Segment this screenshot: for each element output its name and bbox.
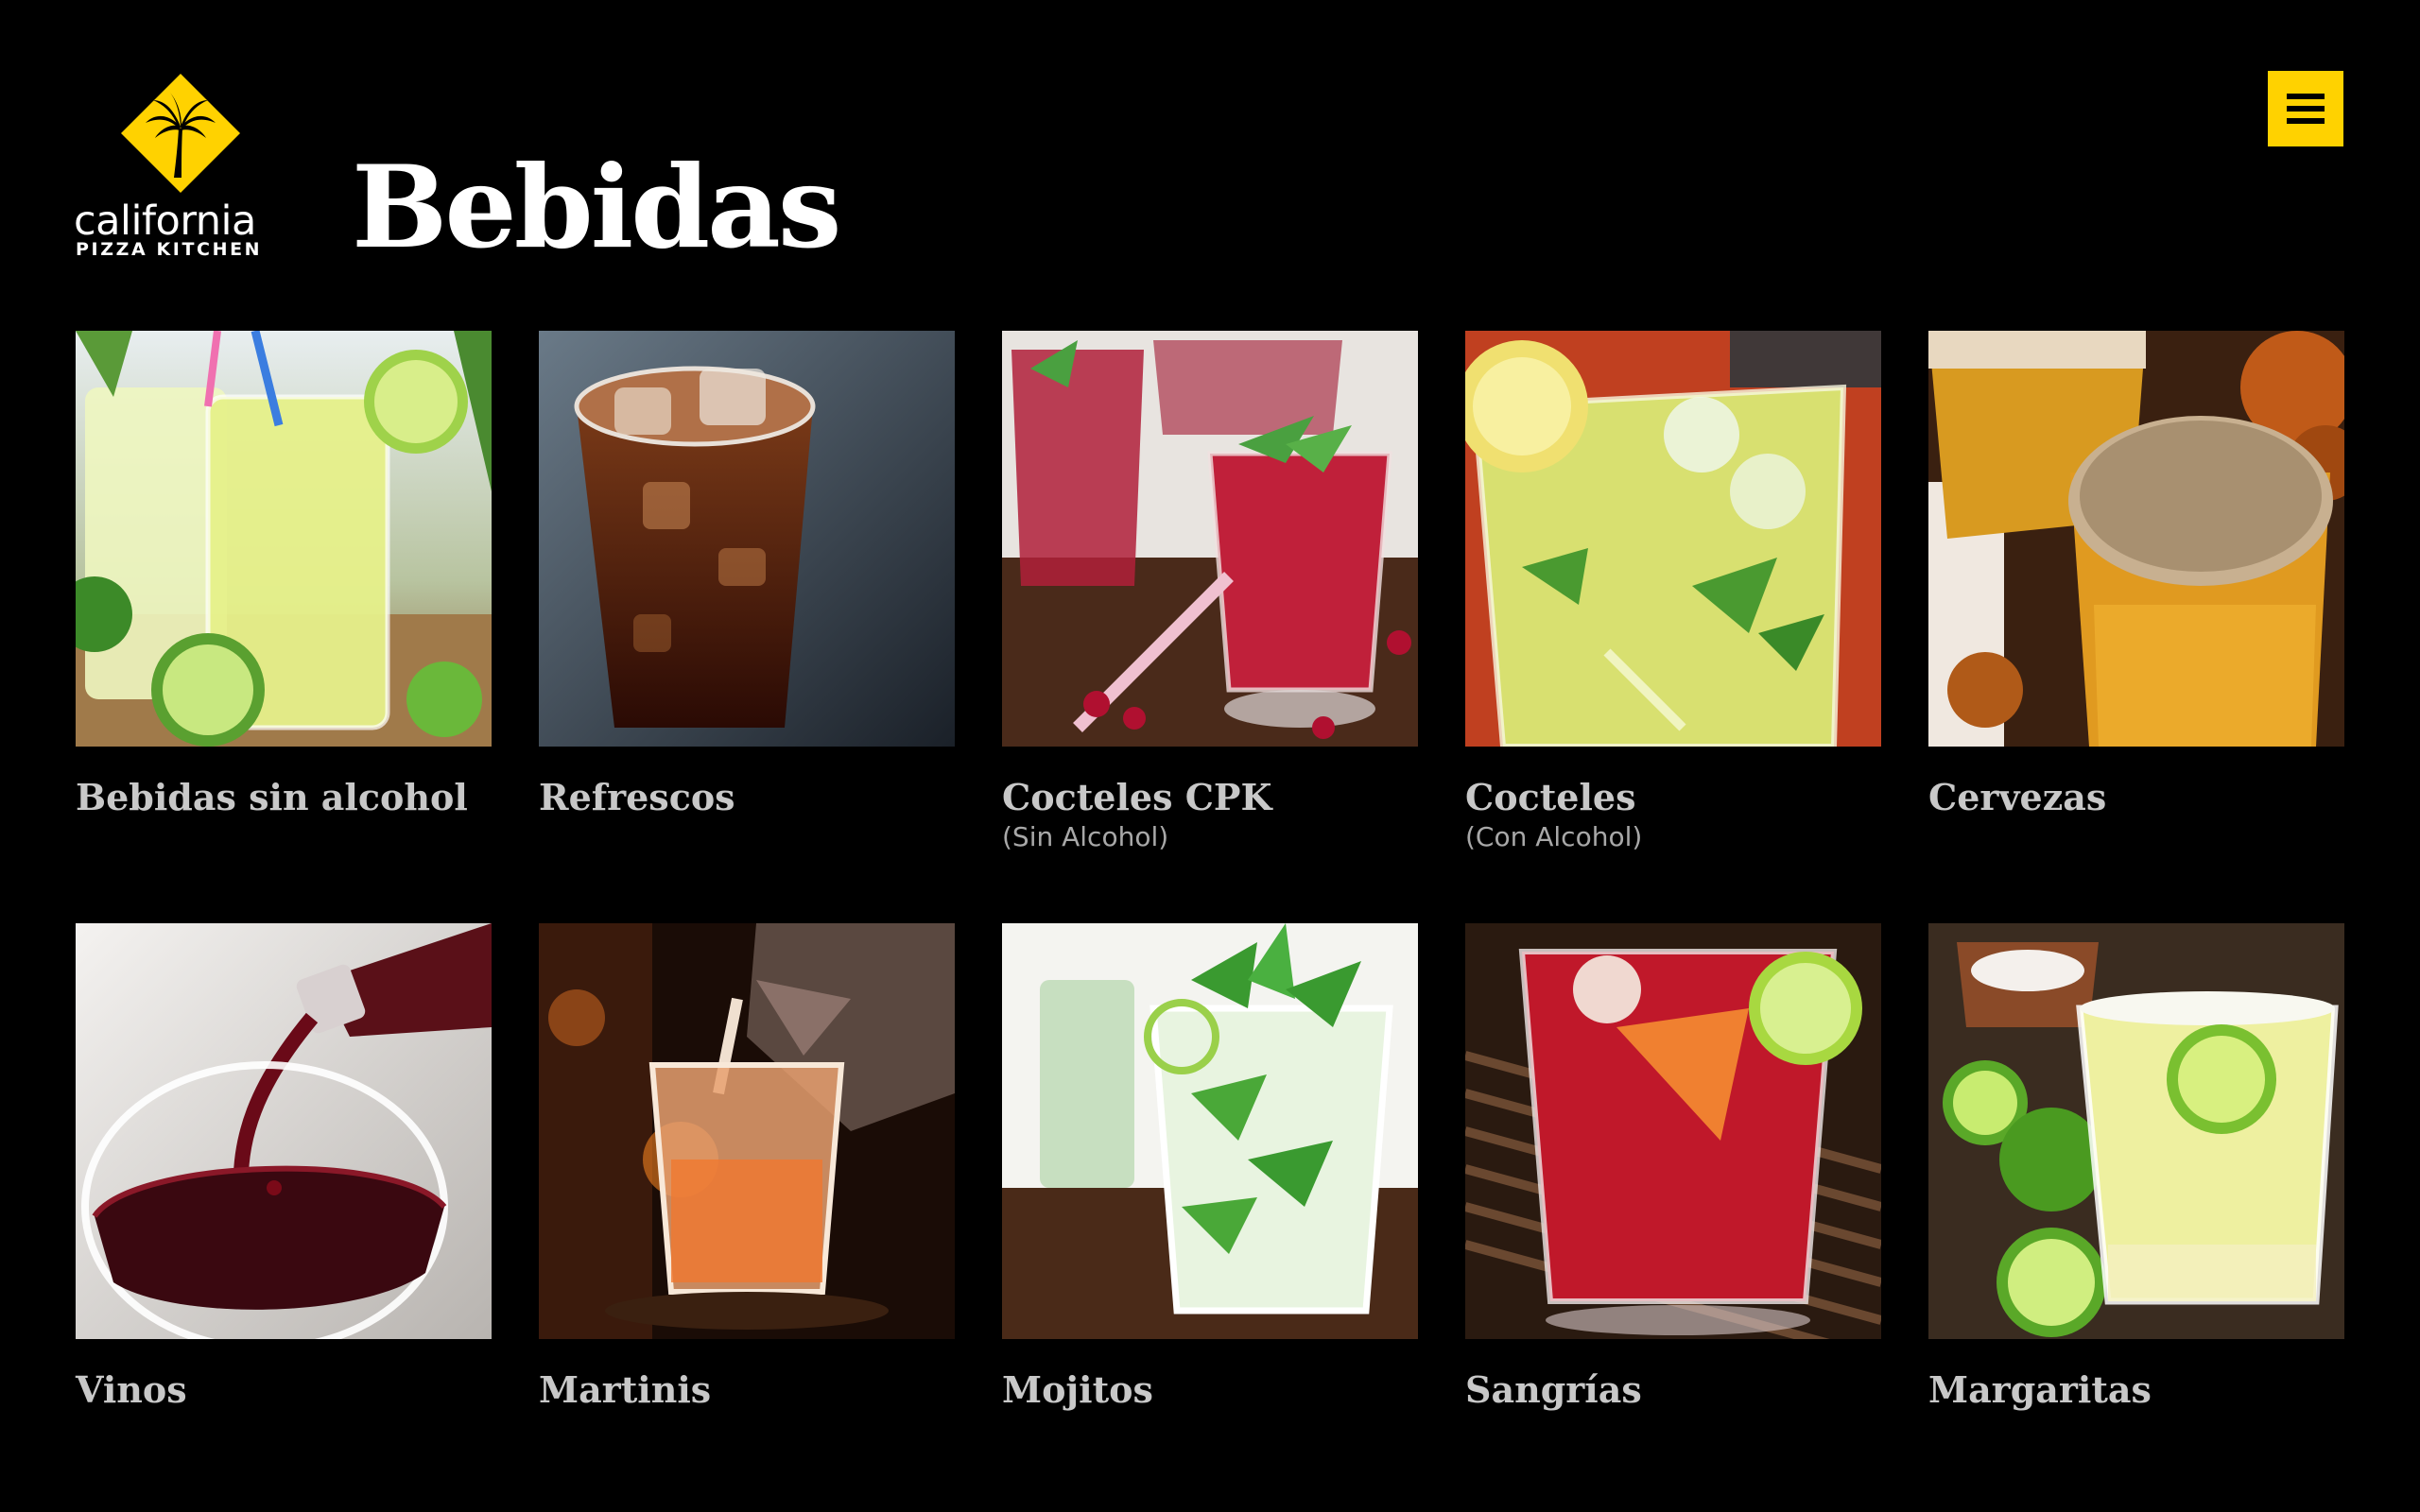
category-tile-mojitos[interactable]: Mojitos (1002, 923, 1418, 1413)
category-tile-cervezas[interactable]: Cervezas (1928, 331, 2344, 820)
beer-photo (1928, 331, 2344, 747)
hamburger-menu-icon (2287, 94, 2325, 124)
palm-tree-icon (121, 74, 240, 193)
category-tile-bebidas-sin-alcohol[interactable]: Bebidas sin alcohol (76, 331, 492, 820)
tile-label: Cocteles CPK (1002, 776, 1272, 818)
tile-label: Refrescos (539, 776, 735, 818)
tile-sublabel: (Con Alcohol) (1465, 821, 1643, 852)
mojito-photo (1002, 923, 1418, 1339)
tile-label: Martinis (539, 1368, 712, 1411)
category-tile-vinos[interactable]: Vinos (76, 923, 492, 1413)
tile-label: Bebidas sin alcohol (76, 776, 468, 818)
category-tile-margaritas[interactable]: Margaritas (1928, 923, 2344, 1413)
wine-photo (76, 923, 492, 1339)
tile-sublabel: (Sin Alcohol) (1002, 821, 1169, 852)
brand-subtitle: PIZZA KITCHEN (76, 239, 263, 260)
brand-logo[interactable]: california PIZZA KITCHEN (74, 70, 287, 259)
tile-label: Vinos (76, 1368, 187, 1411)
cranberry-mocktail-photo (1002, 331, 1418, 747)
category-tile-cocteles-cpk[interactable]: Cocteles CPK (Sin Alcohol) (1002, 331, 1418, 854)
sangria-photo (1465, 923, 1881, 1339)
tile-label: Sangrías (1465, 1368, 1642, 1411)
tile-label: Margaritas (1928, 1368, 2152, 1411)
category-tile-sangrias[interactable]: Sangrías (1465, 923, 1881, 1413)
page-title: Bebidas (352, 141, 841, 274)
category-tile-refrescos[interactable]: Refrescos (539, 331, 955, 820)
category-tile-cocteles[interactable]: Cocteles (Con Alcohol) (1465, 331, 1881, 854)
lemonade-photo (76, 331, 492, 747)
tile-label: Mojitos (1002, 1368, 1153, 1411)
tile-label: Cervezas (1928, 776, 2107, 818)
pineapple-cocktail-photo (1465, 331, 1881, 747)
margarita-photo (1928, 923, 2344, 1339)
brand-wordmark: california (74, 198, 256, 245)
tile-label: Cocteles (1465, 776, 1636, 818)
martini-photo (539, 923, 955, 1339)
category-tile-martinis[interactable]: Martinis (539, 923, 955, 1413)
cola-photo (539, 331, 955, 747)
menu-button[interactable] (2268, 71, 2343, 146)
